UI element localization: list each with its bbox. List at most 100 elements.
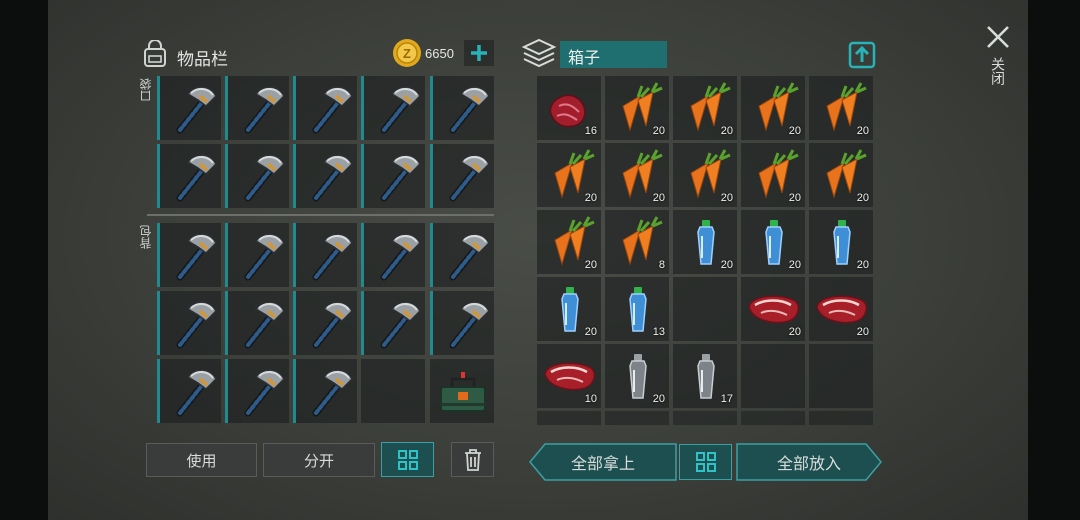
inventory-slot[interactable]	[293, 144, 357, 208]
item-quantity: 10	[584, 393, 597, 405]
section-divider	[147, 214, 494, 216]
inventory-slot[interactable]: 20	[673, 143, 737, 207]
inventory-slot[interactable]: 20	[809, 143, 873, 207]
empty-slot[interactable]	[809, 344, 873, 408]
inventory-slot[interactable]	[293, 359, 357, 423]
inventory-slot[interactable]: 20	[809, 277, 873, 341]
empty-slot[interactable]	[361, 359, 425, 423]
hatchet-icon	[244, 369, 285, 417]
item-quantity: 20	[652, 393, 665, 405]
inventory-slot[interactable]: 13	[605, 277, 669, 341]
inventory-slot[interactable]	[157, 76, 221, 140]
inventory-slot[interactable]	[430, 144, 494, 208]
box-upload-button[interactable]	[848, 40, 876, 69]
inventory-slot[interactable]: 17	[673, 344, 737, 408]
box-name-text: 箱子	[568, 50, 601, 67]
put-all-button[interactable]: 全部放入	[736, 443, 882, 481]
hatchet-icon	[380, 86, 421, 134]
inventory-slot[interactable]	[361, 76, 425, 140]
svg-text:Z: Z	[403, 46, 411, 61]
inventory-slot[interactable]	[225, 76, 289, 140]
inventory-slot[interactable]: 20	[673, 76, 737, 140]
inventory-slot[interactable]	[430, 76, 494, 140]
inventory-slot[interactable]: 8	[605, 210, 669, 274]
inventory-slot[interactable]	[157, 291, 221, 355]
box-grid-next-row	[537, 411, 875, 425]
hatchet-icon	[380, 301, 421, 349]
item-quantity: 20	[720, 125, 733, 137]
item-quantity: 20	[584, 192, 597, 204]
toolbox-icon	[440, 372, 486, 412]
hatchet-icon	[380, 233, 421, 281]
screen-edge-left	[0, 0, 48, 520]
inventory-slot[interactable]: 20	[537, 277, 601, 341]
item-quantity: 20	[856, 125, 869, 137]
hatchet-icon	[176, 154, 217, 202]
inventory-slot[interactable]	[225, 223, 289, 287]
inventory-sort-button[interactable]	[381, 442, 434, 477]
hatchet-icon	[244, 301, 285, 349]
item-quantity: 20	[720, 192, 733, 204]
close-icon	[987, 26, 1009, 48]
inventory-title: 物品栏	[177, 50, 228, 69]
inventory-slot[interactable]	[361, 223, 425, 287]
screen-edge-right	[1028, 0, 1080, 520]
item-quantity: 20	[652, 192, 665, 204]
use-button[interactable]: 使用	[146, 443, 257, 477]
empty-slot[interactable]	[673, 277, 737, 341]
close-button[interactable]: 关闭	[983, 24, 1013, 104]
hatchet-icon	[244, 154, 285, 202]
inventory-slot[interactable]: 20	[605, 143, 669, 207]
hatchet-icon	[312, 154, 353, 202]
inventory-slot[interactable]: 10	[537, 344, 601, 408]
inventory-slot[interactable]	[225, 359, 289, 423]
hatchet-icon	[176, 86, 217, 134]
inventory-slot[interactable]	[430, 223, 494, 287]
grid-icon	[695, 452, 716, 472]
plus-icon	[471, 45, 487, 61]
inventory-slot[interactable]: 20	[741, 76, 805, 140]
add-coins-button[interactable]	[464, 40, 494, 66]
backpack-icon	[144, 40, 166, 67]
inventory-slot[interactable]	[293, 223, 357, 287]
take-all-button[interactable]: 全部拿上	[529, 443, 677, 481]
item-quantity: 20	[720, 259, 733, 271]
inventory-slot[interactable]	[430, 291, 494, 355]
inventory-slot[interactable]: 20	[741, 277, 805, 341]
hatchet-icon	[312, 233, 353, 281]
inventory-slot[interactable]: 20	[537, 210, 601, 274]
item-quantity: 20	[788, 326, 801, 338]
item-quantity: 20	[856, 259, 869, 271]
inventory-slot[interactable]: 20	[605, 344, 669, 408]
inventory-slot[interactable]: 20	[809, 76, 873, 140]
inventory-slot[interactable]	[225, 291, 289, 355]
inventory-slot[interactable]: 16	[537, 76, 601, 140]
inventory-slot[interactable]	[430, 359, 494, 423]
inventory-slot[interactable]: 20	[741, 143, 805, 207]
box-name-field[interactable]: 箱子	[560, 41, 667, 68]
inventory-slot[interactable]	[293, 76, 357, 140]
hatchet-icon	[244, 86, 285, 134]
item-quantity: 13	[652, 326, 665, 338]
trash-button[interactable]	[451, 442, 494, 477]
hatchet-icon	[449, 301, 490, 349]
inventory-slot[interactable]	[225, 144, 289, 208]
item-quantity: 20	[856, 326, 869, 338]
inventory-slot[interactable]: 20	[537, 143, 601, 207]
inventory-slot[interactable]: 20	[673, 210, 737, 274]
box-sort-button[interactable]	[679, 444, 732, 480]
inventory-slot[interactable]	[157, 144, 221, 208]
inventory-slot[interactable]	[157, 223, 221, 287]
split-button[interactable]: 分开	[263, 443, 375, 477]
item-quantity: 8	[658, 259, 665, 271]
inventory-slot[interactable]: 20	[809, 210, 873, 274]
backpack-label: 背包	[139, 225, 153, 249]
hatchet-icon	[176, 301, 217, 349]
inventory-slot[interactable]: 20	[741, 210, 805, 274]
empty-slot[interactable]	[741, 344, 805, 408]
inventory-slot[interactable]	[157, 359, 221, 423]
inventory-slot[interactable]	[361, 291, 425, 355]
inventory-slot[interactable]: 20	[605, 76, 669, 140]
inventory-slot[interactable]	[293, 291, 357, 355]
inventory-slot[interactable]	[361, 144, 425, 208]
